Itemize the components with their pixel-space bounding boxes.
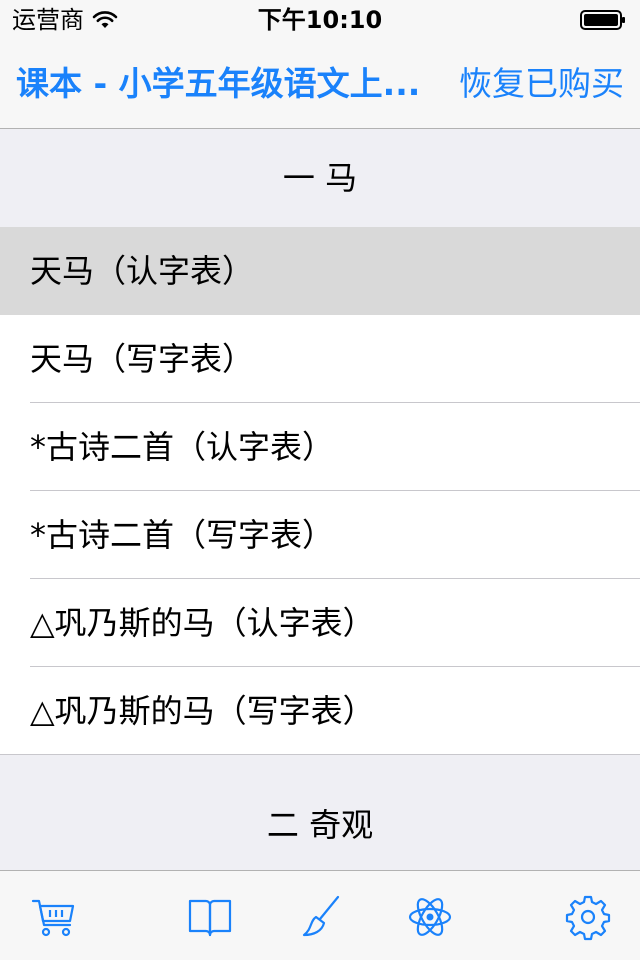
list-item[interactable]: △巩乃斯的马（认字表）	[0, 579, 640, 667]
restore-purchases-button[interactable]: 恢复已购买	[459, 64, 624, 104]
brush-icon	[302, 895, 340, 937]
tab-textbook[interactable]	[186, 893, 234, 941]
tab-explore[interactable]	[406, 893, 454, 941]
section-header: 一 马	[0, 129, 640, 227]
battery-icon	[580, 10, 625, 30]
app-screen: 运营商 下午10:10 课本 - 小学五年级语文上... 恢复已购买 一 马 天…	[0, 0, 640, 960]
list-item[interactable]: *古诗二首（认字表）	[0, 403, 640, 491]
tab-store[interactable]	[30, 893, 78, 941]
gear-icon	[565, 895, 611, 941]
list-item[interactable]: △巩乃斯的马（写字表）	[0, 667, 640, 755]
tab-bar	[0, 870, 640, 960]
list-item[interactable]: *古诗二首（写字表）	[0, 491, 640, 579]
atom-icon	[408, 898, 452, 936]
tab-writing[interactable]	[298, 893, 346, 941]
cart-icon	[31, 899, 75, 937]
tab-settings[interactable]	[564, 893, 612, 941]
navigation-bar: 课本 - 小学五年级语文上... 恢复已购买	[0, 40, 640, 129]
status-time: 下午10:10	[257, 6, 383, 34]
lesson-list[interactable]: 一 马 天马（认字表） 天马（写字表） *古诗二首（认字表） *古诗二首（写字表…	[0, 129, 640, 870]
section-header: 二 奇观	[0, 755, 640, 870]
nav-title[interactable]: 课本 - 小学五年级语文上...	[16, 64, 426, 104]
book-icon	[188, 899, 232, 937]
list-item[interactable]: 天马（认字表）	[0, 227, 640, 315]
list-item[interactable]: 天马（写字表）	[0, 315, 640, 403]
status-bar: 运营商 下午10:10	[0, 0, 640, 40]
